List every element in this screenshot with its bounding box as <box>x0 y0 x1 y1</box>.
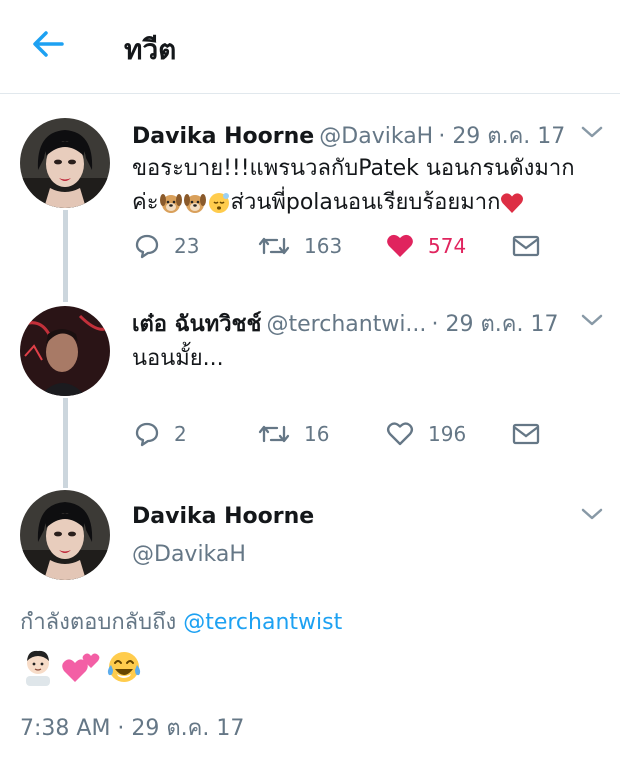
retweet-count: 163 <box>304 234 343 258</box>
reply-prefix: กำลังตอบกลับถึง <box>20 610 177 635</box>
author-name[interactable]: Davika Hoorne <box>132 504 314 529</box>
retweet-icon <box>258 425 290 443</box>
reply-button[interactable]: 2 <box>134 418 187 450</box>
tweet-date: · 29 ต.ค. 17 <box>431 312 559 337</box>
dog-emoji <box>159 194 182 213</box>
chevron-down-icon[interactable] <box>580 312 604 328</box>
heart-icon <box>386 422 414 446</box>
retweet-icon <box>258 237 290 255</box>
author-name[interactable]: เต๋อ ฉันทวิชช์ <box>132 312 261 337</box>
thread-connector <box>63 398 68 488</box>
sleeping-emoji <box>208 193 229 213</box>
retweet-button[interactable]: 16 <box>258 418 329 450</box>
retweet-count: 16 <box>304 422 330 446</box>
dog-emoji <box>183 194 206 213</box>
heart-icon <box>387 234 413 257</box>
reply-context: กำลังตอบกลับถึง @terchantwist <box>20 604 342 639</box>
back-arrow-icon[interactable] <box>28 26 68 62</box>
top-bar: ทวีต <box>0 0 620 94</box>
reply-icon <box>135 422 159 447</box>
heart-emoji <box>501 193 524 213</box>
like-button[interactable]: 574 <box>386 230 466 262</box>
like-count: 196 <box>428 422 467 446</box>
reply-count: 23 <box>174 234 200 258</box>
reply-icon <box>135 234 159 259</box>
tweet-date: · 29 ต.ค. 17 <box>438 124 566 149</box>
like-button[interactable]: 196 <box>386 418 466 450</box>
reply-count: 2 <box>174 422 187 446</box>
chevron-down-icon[interactable] <box>580 506 604 522</box>
message-icon <box>512 423 540 445</box>
thread-connector <box>63 210 68 302</box>
tweet-emojis <box>20 648 142 686</box>
message-icon <box>512 235 540 257</box>
tweet-text: ค่ะ <box>132 190 159 215</box>
page-title: ทวีต <box>124 33 177 66</box>
chevron-down-icon[interactable] <box>580 124 604 140</box>
retweet-button[interactable]: 163 <box>258 230 342 262</box>
author-handle[interactable]: @DavikaH <box>132 542 246 567</box>
reply-to-link[interactable]: @terchantwist <box>183 610 342 635</box>
author-name[interactable]: Davika Hoorne <box>132 124 314 149</box>
tweet-text-line: ขอระบาย!!!แพรนวลกับPatek นอนกรนดังมาก <box>132 156 575 181</box>
avatar[interactable] <box>20 118 110 208</box>
tweet-text: ส่วนพี่polaนอนเรียบร้อยมาก <box>230 190 501 215</box>
avatar[interactable] <box>20 306 110 396</box>
tweet-timestamp: 7:38 AM · 29 ต.ค. 17 <box>20 716 245 741</box>
message-button[interactable] <box>512 230 540 262</box>
message-button[interactable] <box>512 418 540 450</box>
reply-button[interactable]: 23 <box>134 230 199 262</box>
like-count: 574 <box>428 234 467 258</box>
tweet-text-line: นอนมั้ย... <box>132 346 224 371</box>
tweet-text-line: ค่ะ ส่วนพี่polaนอนเรียบร้อยมาก <box>132 184 524 219</box>
boy-emoji <box>26 650 50 686</box>
avatar[interactable] <box>20 490 110 580</box>
author-handle[interactable]: @terchantwi... <box>267 312 427 337</box>
tears-of-joy-emoji <box>108 652 141 682</box>
two-hearts-emoji <box>62 653 100 682</box>
author-handle[interactable]: @DavikaH <box>319 124 433 149</box>
